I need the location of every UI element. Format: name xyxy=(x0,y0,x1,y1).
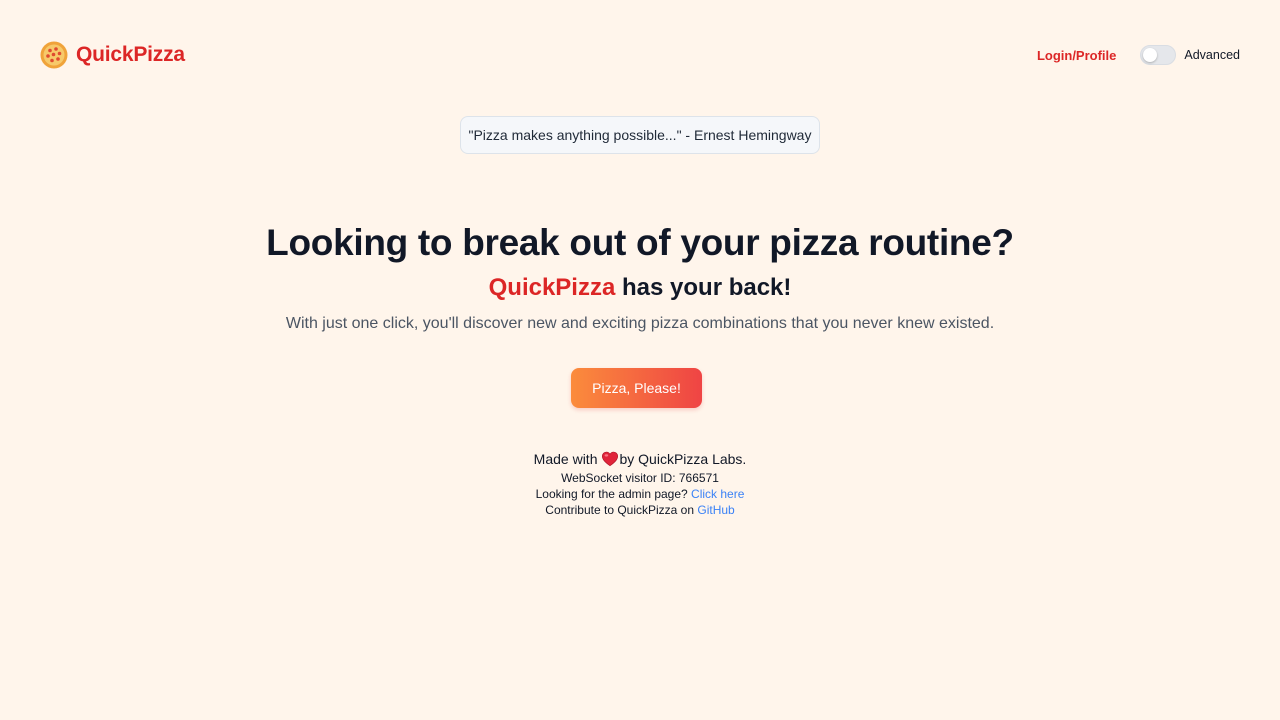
quote-box: "Pizza makes anything possible..." - Ern… xyxy=(460,116,820,154)
hero-description: With just one click, you'll discover new… xyxy=(285,315,995,332)
brand-home-link[interactable]: QuickPizza xyxy=(40,41,185,69)
hero-subtitle-brand: QuickPizza xyxy=(488,274,616,301)
hero-title: Looking to break out of your pizza routi… xyxy=(266,222,1014,263)
pizza-logo-icon xyxy=(40,41,68,69)
toggle-knob xyxy=(1143,48,1158,62)
admin-line: Looking for the admin page? Click here xyxy=(0,486,1280,502)
made-with-line: Made with by QuickPizza Labs. xyxy=(0,448,1280,470)
made-with-text: Made with xyxy=(533,451,598,467)
advanced-toggle[interactable] xyxy=(1140,45,1177,65)
brand-name: QuickPizza xyxy=(76,43,185,66)
login-profile-link[interactable]: Login/Profile xyxy=(1037,48,1116,63)
advanced-toggle-group: Advanced xyxy=(1140,45,1240,65)
page: QuickPizza Login/Profile Advanced "Pizza… xyxy=(0,0,1280,720)
pizza-please-button[interactable]: Pizza, Please! xyxy=(571,368,702,408)
hero-subtitle-rest: has your back! xyxy=(615,274,792,301)
advanced-toggle-label: Advanced xyxy=(1184,48,1240,62)
admin-click-here-link[interactable]: Click here xyxy=(691,487,744,501)
contribute-text: Contribute to QuickPizza on xyxy=(545,503,698,517)
footer: Made with by QuickPizza Labs. WebSocket … xyxy=(0,448,1280,518)
visitor-id-line: WebSocket visitor ID: 766571 xyxy=(561,471,719,485)
header-actions: Login/Profile Advanced xyxy=(1037,45,1240,65)
made-by-text: by QuickPizza Labs. xyxy=(619,451,747,467)
admin-text: Looking for the admin page? xyxy=(535,487,692,501)
top-header: QuickPizza Login/Profile Advanced xyxy=(40,38,1240,72)
hero-subtitle: QuickPizza has your back! xyxy=(0,274,1280,302)
heart-icon xyxy=(602,451,619,467)
contribute-line: Contribute to QuickPizza on GitHub xyxy=(0,502,1280,518)
github-link[interactable]: GitHub xyxy=(697,503,734,517)
